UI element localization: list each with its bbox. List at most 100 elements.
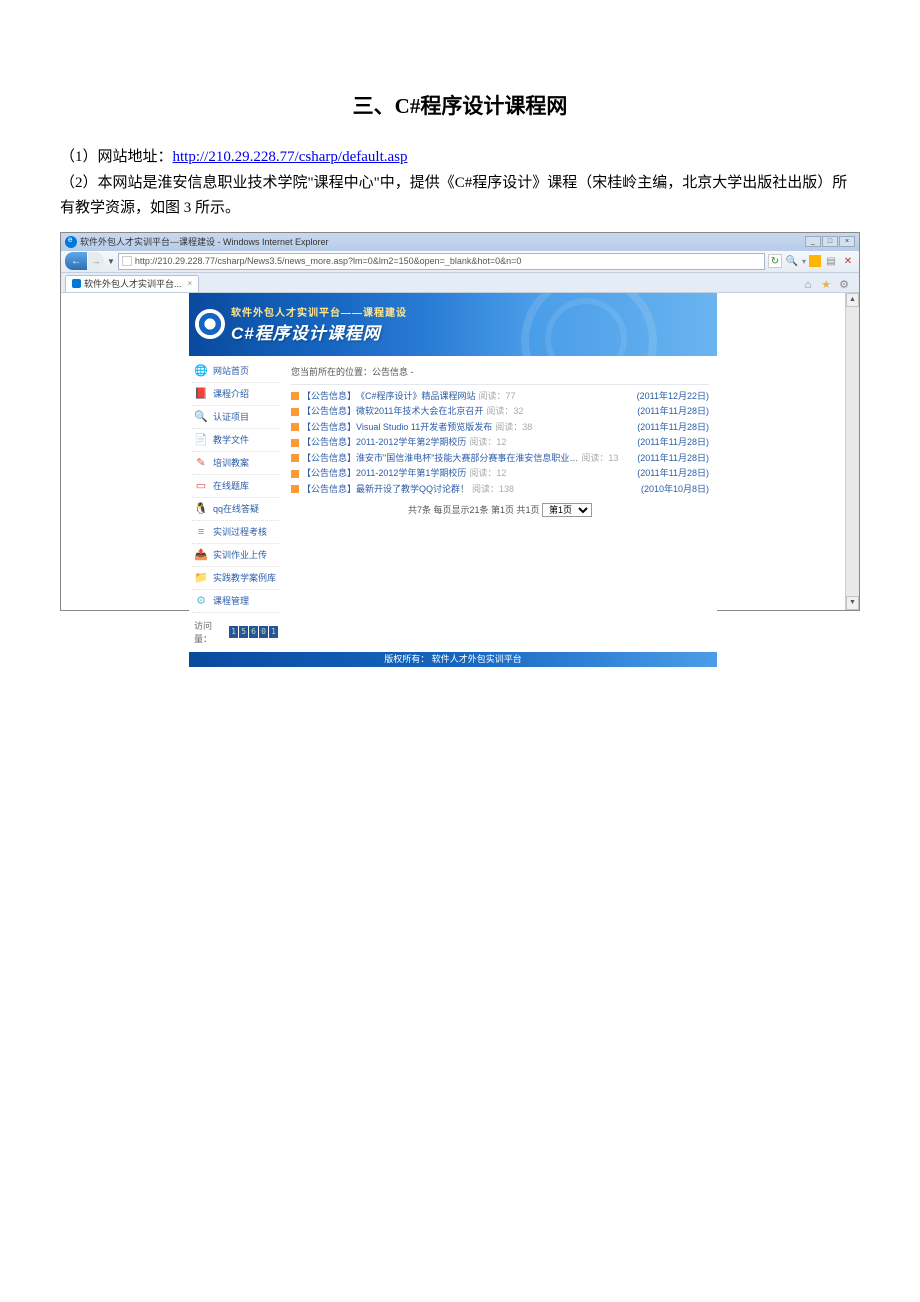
sidebar-item-7[interactable]: ≡实训过程考核 xyxy=(192,521,280,544)
window-minimize-button[interactable]: _ xyxy=(805,236,821,247)
page-right-margin xyxy=(717,293,845,610)
scroll-up-icon[interactable]: ▲ xyxy=(846,293,859,307)
news-reads: 阅读：32 xyxy=(486,405,523,419)
compat-icon[interactable]: ▤ xyxy=(824,254,838,268)
nav-back-button[interactable]: ← xyxy=(65,252,87,270)
sidebar-item-2[interactable]: 🔍认证项目 xyxy=(192,406,280,429)
news-date: (2011年11月28日) xyxy=(637,452,709,466)
sidebar-item-10[interactable]: ⚙课程管理 xyxy=(192,590,280,613)
sidebar-item-3[interactable]: 📄教学文件 xyxy=(192,429,280,452)
banner-title: C#程序设计课程网 xyxy=(231,319,407,344)
nav-icon: 🔍 xyxy=(194,410,208,424)
news-date: (2011年11月28日) xyxy=(637,436,709,450)
news-title-link[interactable]: 淮安市"国信淮电杯"技能大赛部分赛事在淮安信息职业… xyxy=(356,452,578,466)
arrow-left-icon: ← xyxy=(71,256,81,267)
news-title-link[interactable]: 最新开设了教学QQ讨论群！ xyxy=(356,483,469,497)
website-url-link[interactable]: http://210.29.228.77/csharp/default.asp xyxy=(173,149,408,165)
news-title-link[interactable]: 《C#程序设计》精品课程网站 xyxy=(356,390,476,404)
news-list: 【公告信息】 《C#程序设计》精品课程网站 阅读：77 (2011年12月22日)… xyxy=(291,389,709,498)
nav-label: 实践教学案例库 xyxy=(213,571,276,584)
document-title: 三、C#程序设计课程网 xyxy=(60,90,860,120)
news-date: (2011年12月22日) xyxy=(637,390,709,404)
main-content: 您当前所在的位置：公告信息 - 【公告信息】 《C#程序设计》精品课程网站 阅读… xyxy=(283,356,717,652)
news-row: 【公告信息】 2011-2012学年第1学期校历 阅读：12 (2011年11月2… xyxy=(291,466,709,482)
nav-label: 网站首页 xyxy=(213,364,249,377)
sidebar-item-0[interactable]: 🌐 网站首页 xyxy=(192,360,280,383)
news-reads: 阅读：138 xyxy=(472,483,514,497)
address-bar[interactable]: http://210.29.228.77/csharp/News3.5/news… xyxy=(118,253,765,270)
bullet-icon xyxy=(291,408,299,416)
page-left-margin xyxy=(61,293,189,610)
digit: 6 xyxy=(249,626,258,638)
nav-label: 课程介绍 xyxy=(213,387,249,400)
sidebar-item-4[interactable]: ✎培训教案 xyxy=(192,452,280,475)
sidebar-item-1[interactable]: 📕课程介绍 xyxy=(192,383,280,406)
nav-label: 实训过程考核 xyxy=(213,525,267,538)
tab-close-icon[interactable]: × xyxy=(188,279,193,288)
nav-icon: 🌐 xyxy=(194,364,208,378)
sidebar-item-6[interactable]: 🐧qq在线答疑 xyxy=(192,498,280,521)
nav-forward-button[interactable]: → xyxy=(88,252,104,270)
nav-icon: ▭ xyxy=(194,479,208,493)
sidebar-item-8[interactable]: 📤实训作业上传 xyxy=(192,544,280,567)
news-title-link[interactable]: 2011-2012学年第2学期校历 xyxy=(356,436,466,450)
news-reads: 阅读：12 xyxy=(469,436,506,450)
news-date: (2011年11月28日) xyxy=(637,421,709,435)
news-date: (2010年10月8日) xyxy=(641,483,709,497)
news-title-link[interactable]: 微软2011年技术大会在北京召开 xyxy=(356,405,483,419)
page-center: 软件外包人才实训平台——课程建设 C#程序设计课程网 🌐网站首页📕课程介绍🔍认证… xyxy=(189,293,717,610)
news-category: 【公告信息】 xyxy=(302,421,356,435)
tools-icon[interactable]: ⚙ xyxy=(837,278,851,292)
sidebar-nav: 🌐 网站首页 📕课程介绍🔍认证项目📄教学文件✎培训教案▭在线题库🐧qq在线答疑≡实训… xyxy=(189,356,283,652)
browser-viewport: 软件外包人才实训平台——课程建设 C#程序设计课程网 🌐网站首页📕课程介绍🔍认证… xyxy=(61,293,859,610)
window-close-button[interactable]: × xyxy=(839,236,855,247)
arrow-right-icon: → xyxy=(92,256,101,266)
visit-label: 访问量： xyxy=(194,619,227,645)
news-row: 【公告信息】 微软2011年技术大会在北京召开 阅读：32(2011年11月28… xyxy=(291,404,709,420)
site-footer: 版权所有： 软件人才外包实训平台 xyxy=(189,652,717,667)
digit: 1 xyxy=(229,626,238,638)
bing-icon[interactable] xyxy=(809,255,821,267)
ie-navigation-bar: ← → ▼ http://210.29.228.77/csharp/News3.… xyxy=(61,251,859,273)
refresh-icon[interactable]: ↻ xyxy=(768,254,782,268)
nav-label: 教学文件 xyxy=(213,433,249,446)
news-reads: 阅读：77 xyxy=(479,390,516,404)
dropdown-icon[interactable]: ▼ xyxy=(107,257,115,266)
browser-tab[interactable]: 软件外包人才实训平台... × xyxy=(65,275,199,292)
tab-label: 软件外包人才实训平台... xyxy=(84,277,182,290)
news-date: (2011年11月28日) xyxy=(637,405,709,419)
news-row: 【公告信息】 2011-2012学年第2学期校历 阅读：12(2011年11月2… xyxy=(291,435,709,451)
home-icon[interactable]: ⌂ xyxy=(801,278,815,292)
news-row: 【公告信息】 《C#程序设计》精品课程网站 阅读：77 (2011年12月22日) xyxy=(291,389,709,405)
digit: 5 xyxy=(239,626,248,638)
digit: 0 xyxy=(259,626,268,638)
nav-icon: ⚙ xyxy=(194,594,208,608)
news-category: 【公告信息】 xyxy=(302,467,356,481)
news-title-link[interactable]: 2011-2012学年第1学期校历 xyxy=(356,467,466,481)
news-title-link[interactable]: Visual Studio 11开发者预览版发布 xyxy=(356,421,492,435)
vertical-scrollbar[interactable]: ▲ ▼ xyxy=(845,293,859,610)
news-row: 【公告信息】 最新开设了教学QQ讨论群！ 阅读：138(2010年10月8日) xyxy=(291,482,709,498)
nav-icon: 📁 xyxy=(194,571,208,585)
search-icon[interactable]: 🔍 xyxy=(785,254,799,268)
nav-label: 实训作业上传 xyxy=(213,548,267,561)
stop-icon[interactable]: ✕ xyxy=(841,254,855,268)
news-category: 【公告信息】 xyxy=(302,390,356,404)
news-date: (2011年11月28日) xyxy=(637,467,709,481)
news-reads: 阅读：12 xyxy=(469,467,506,481)
scroll-down-icon[interactable]: ▼ xyxy=(846,596,859,610)
favorites-icon[interactable]: ★ xyxy=(819,278,833,292)
news-category: 【公告信息】 xyxy=(302,452,356,466)
page-select[interactable]: 第1页 xyxy=(542,503,592,517)
window-maximize-button[interactable]: □ xyxy=(822,236,838,247)
nav-label: qq在线答疑 xyxy=(213,502,259,515)
bullet-icon xyxy=(291,485,299,493)
pagination: 共7条 每页显示21条 第1页 共1页 第1页 xyxy=(291,497,709,523)
address-label: （1）网站地址： xyxy=(60,149,173,165)
bullet-icon xyxy=(291,423,299,431)
news-reads: 阅读：13 xyxy=(581,452,618,466)
breadcrumb: 您当前所在的位置：公告信息 - xyxy=(291,362,709,385)
sidebar-item-5[interactable]: ▭在线题库 xyxy=(192,475,280,498)
ie-titlebar: 软件外包人才实训平台---课程建设 - Windows Internet Exp… xyxy=(61,233,859,251)
sidebar-item-9[interactable]: 📁 实践教学案例库 xyxy=(192,567,280,590)
